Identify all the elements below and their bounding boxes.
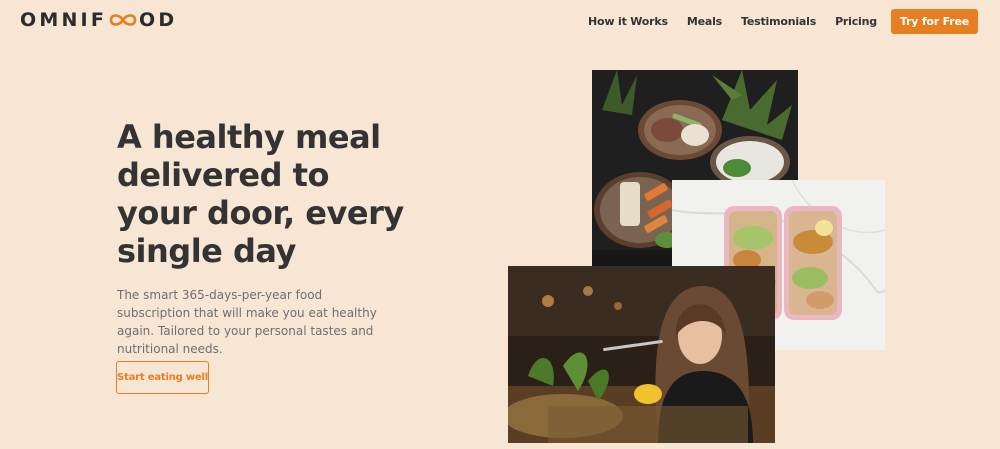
hero-title: A healthy meal delivered to your door, e… <box>117 118 404 270</box>
omnifood-logo[interactable]: OMNIF OD <box>20 9 177 31</box>
nav-link-testimonials[interactable]: Testimonials <box>741 15 816 28</box>
logo-text-end: OD <box>139 9 178 31</box>
nav-link-how-it-works[interactable]: How it Works <box>588 15 668 28</box>
hero-photo-woman-eating <box>508 266 775 443</box>
main-nav: How it Works Meals Testimonials Pricing … <box>569 9 978 34</box>
site-header: OMNIF OD How it Works Meals Testimonials… <box>0 0 1000 42</box>
nav-link-pricing[interactable]: Pricing <box>835 15 877 28</box>
nav-link-meals[interactable]: Meals <box>687 15 722 28</box>
infinity-logo-icon <box>109 14 137 26</box>
start-eating-well-button[interactable]: Start eating well <box>116 361 209 394</box>
hero-description: The smart 365-days-per-year food subscri… <box>117 288 377 356</box>
try-for-free-button[interactable]: Try for Free <box>890 9 978 34</box>
logo-text-start: OMNIF <box>20 9 108 31</box>
